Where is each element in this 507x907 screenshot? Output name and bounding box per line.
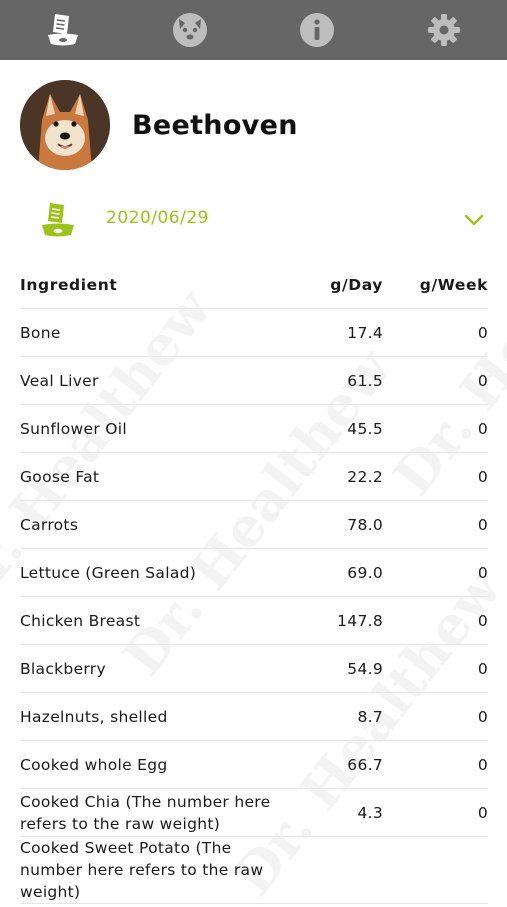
table-row: Carrots 78.0 0 <box>20 500 488 549</box>
grams-per-day: 45.5 <box>290 404 383 453</box>
grams-per-week: 0 <box>383 740 488 789</box>
tab-pet[interactable] <box>127 0 254 60</box>
tab-info[interactable] <box>254 0 381 60</box>
grams-per-day: 22.2 <box>290 452 383 501</box>
table-row: Cooked whole Egg 66.7 0 <box>20 740 488 789</box>
table-row: Hazelnuts, shelled 8.7 0 <box>20 692 488 741</box>
grams-per-week: 0 <box>383 596 488 645</box>
ingredient-name: Chicken Breast <box>20 596 290 645</box>
table-row: Sunflower Oil 45.5 0 <box>20 404 488 453</box>
plan-date: 2020/06/29 <box>106 208 209 228</box>
ingredient-name: Lettuce (Green Salad) <box>20 548 290 597</box>
ingredient-name: Carrots <box>20 500 290 549</box>
ingredient-name: Cooked Chia (The number here refers to t… <box>20 788 290 837</box>
pet-name: Beethoven <box>132 109 298 141</box>
ingredient-name: Blackberry <box>20 644 290 693</box>
grams-per-day <box>290 836 383 904</box>
grams-per-day: 147.8 <box>290 596 383 645</box>
grams-per-week: 0 <box>383 500 488 549</box>
ingredient-name: Sunflower Oil <box>20 404 290 453</box>
table-row: Veal Liver 61.5 0 <box>20 356 488 405</box>
grams-per-week: 0 <box>383 356 488 405</box>
grams-per-day: 78.0 <box>290 500 383 549</box>
grams-per-week: 0 <box>383 452 488 501</box>
top-nav-bar <box>0 0 507 60</box>
ingredient-name: Bone <box>20 308 290 357</box>
ingredient-table: Ingredient g/Day g/Week Bone 17.4 0 Veal… <box>20 262 488 904</box>
grams-per-day: 8.7 <box>290 692 383 741</box>
grams-per-week: 0 <box>383 548 488 597</box>
table-row: Blackberry 54.9 0 <box>20 644 488 693</box>
diet-plan-bowl-icon <box>48 14 79 46</box>
ingredient-name: Goose Fat <box>20 452 290 501</box>
table-row: Chicken Breast 147.8 0 <box>20 596 488 645</box>
avatar[interactable] <box>20 80 110 170</box>
diet-plan-selector[interactable]: 2020/06/29 <box>0 196 507 244</box>
grams-per-week: 0 <box>383 404 488 453</box>
pet-profile: Beethoven <box>20 80 298 170</box>
gear-icon <box>427 14 460 46</box>
grams-per-day: 61.5 <box>290 356 383 405</box>
diet-plan-bowl-icon <box>42 203 74 237</box>
table-row: Lettuce (Green Salad) 69.0 0 <box>20 548 488 597</box>
column-header-g-week: g/Week <box>383 262 488 309</box>
grams-per-day: 66.7 <box>290 740 383 789</box>
info-icon <box>299 13 334 47</box>
ingredient-name: Cooked Sweet Potato (The number here ref… <box>20 836 290 904</box>
grams-per-week: 0 <box>383 308 488 357</box>
tab-settings[interactable] <box>380 0 507 60</box>
grams-per-week: 0 <box>383 692 488 741</box>
table-header-row: Ingredient g/Day g/Week <box>20 262 488 309</box>
ingredient-name: Hazelnuts, shelled <box>20 692 290 741</box>
grams-per-day: 54.9 <box>290 644 383 693</box>
dog-face-icon <box>173 13 208 47</box>
table-row: Goose Fat 22.2 0 <box>20 452 488 501</box>
grams-per-week: 0 <box>383 644 488 693</box>
tab-diet-plan[interactable] <box>0 0 127 60</box>
grams-per-day: 69.0 <box>290 548 383 597</box>
dog-avatar-image <box>20 80 110 170</box>
column-header-ingredient: Ingredient <box>20 262 290 309</box>
ingredient-name: Cooked whole Egg <box>20 740 290 789</box>
table-row: Cooked Sweet Potato (The number here ref… <box>20 836 488 904</box>
chevron-down-icon[interactable] <box>462 208 486 232</box>
table-row: Cooked Chia (The number here refers to t… <box>20 788 488 837</box>
column-header-g-day: g/Day <box>290 262 383 309</box>
ingredient-name: Veal Liver <box>20 356 290 405</box>
grams-per-day: 17.4 <box>290 308 383 357</box>
grams-per-day: 4.3 <box>290 788 383 837</box>
table-row: Bone 17.4 0 <box>20 308 488 357</box>
grams-per-week <box>383 836 488 904</box>
grams-per-week: 0 <box>383 788 488 837</box>
